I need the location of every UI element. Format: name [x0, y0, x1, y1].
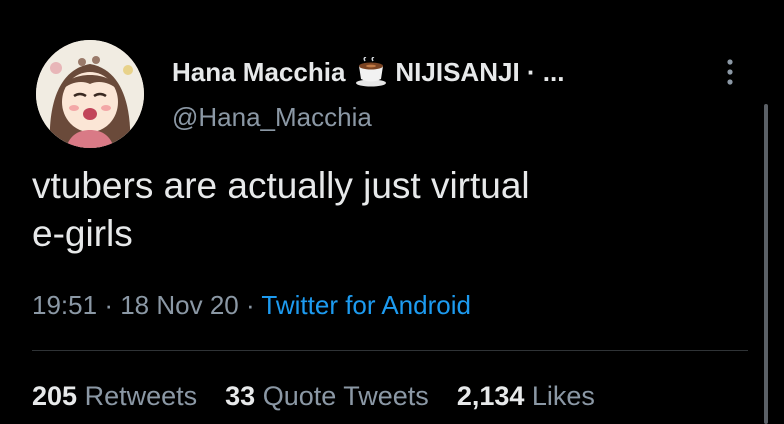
tweet-time[interactable]: 19:51	[32, 290, 97, 320]
likes-count: 2,134	[456, 381, 525, 411]
author-handle[interactable]: @Hana_Macchia	[172, 102, 372, 133]
coffee-cup-icon	[355, 56, 387, 87]
quote-tweets-count: 33	[225, 381, 256, 411]
author-display-name[interactable]: Hana Macchia	[172, 57, 345, 88]
tweet-text-line-1: vtubers are actually just virtual	[32, 165, 530, 206]
avatar[interactable]	[36, 40, 144, 148]
tweet-text-line-2: e-girls	[32, 213, 133, 254]
tweet-text: vtubers are actually just virtual e-girl…	[32, 162, 732, 258]
retweets-count: 205	[32, 381, 78, 411]
more-options-icon[interactable]	[720, 54, 740, 90]
tweet-date[interactable]: 18 Nov 20	[120, 290, 239, 320]
quote-tweets-stat[interactable]: 33 Quote Tweets	[225, 381, 429, 411]
divider	[32, 350, 748, 351]
meta-separator: ·	[245, 290, 255, 320]
quote-tweets-label: Quote Tweets	[262, 381, 429, 411]
author-name-row[interactable]: Hana Macchia NIJISANJI · ...	[172, 54, 564, 90]
tweet-stats: 205 Retweets 33 Quote Tweets 2,134 Likes	[32, 381, 595, 412]
tweet-metadata: 19:51 · 18 Nov 20 · Twitter for Android	[32, 290, 471, 321]
retweets-label: Retweets	[84, 381, 198, 411]
likes-stat[interactable]: 2,134 Likes	[457, 381, 595, 411]
tweet-source-link[interactable]: Twitter for Android	[261, 290, 471, 320]
meta-separator: ·	[104, 290, 113, 320]
author-affiliation: NIJISANJI · ...	[395, 56, 565, 87]
scrollbar[interactable]	[764, 104, 768, 424]
likes-label: Likes	[531, 381, 595, 411]
retweets-stat[interactable]: 205 Retweets	[32, 381, 197, 411]
